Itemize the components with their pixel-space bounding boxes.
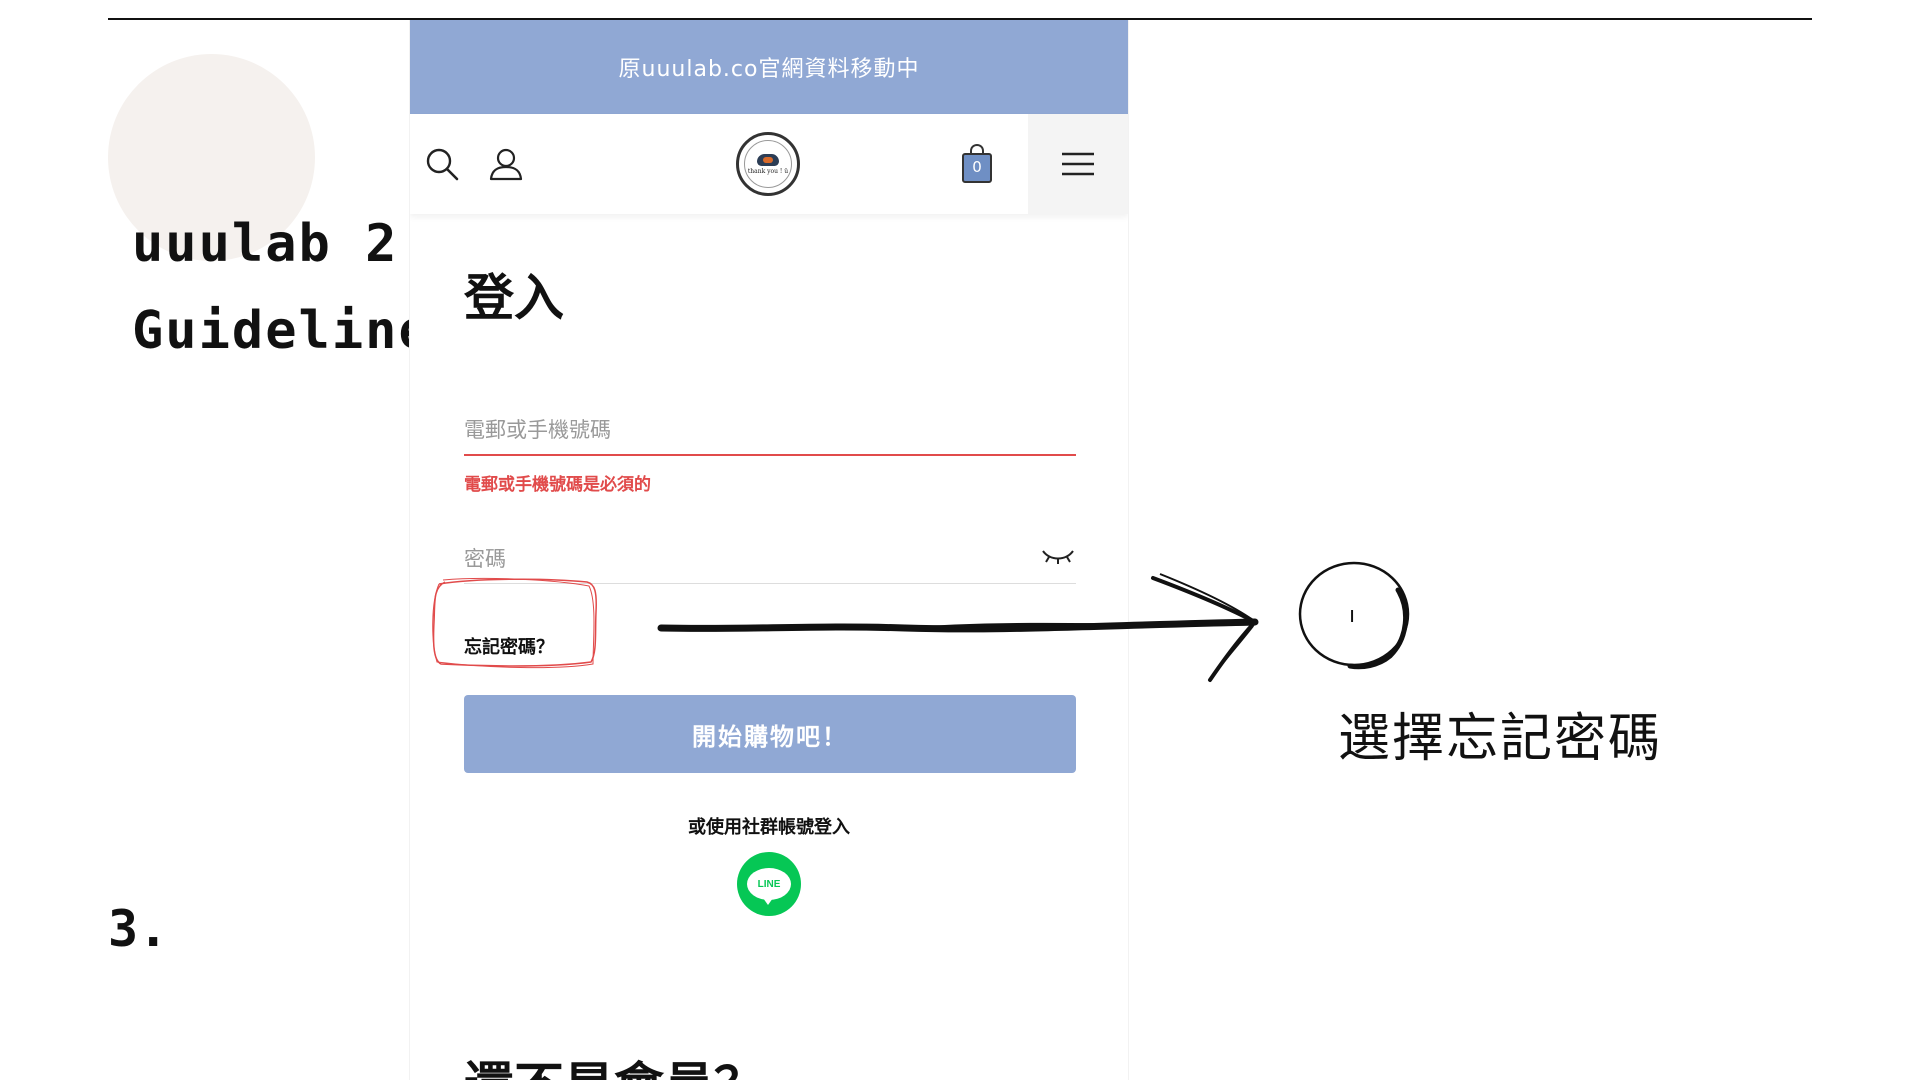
step-number: 3. <box>108 900 169 958</box>
toggle-password-visibility-button[interactable] <box>1040 544 1076 568</box>
hamburger-menu-icon <box>1062 152 1094 176</box>
site-logo[interactable]: thank you ! ü <box>736 132 800 196</box>
submit-login-button[interactable]: 開始購物吧！ <box>464 695 1076 773</box>
login-title: 登入 <box>464 269 564 327</box>
search-icon <box>426 148 459 181</box>
email-field[interactable] <box>464 406 1076 456</box>
password-field[interactable] <box>464 534 1076 584</box>
signup-title: 還不是會員？ <box>464 1046 764 1080</box>
search-button[interactable] <box>422 142 462 186</box>
logo-badge: thank you ! ü <box>744 140 792 188</box>
logo-text: thank you ! ü <box>747 167 789 175</box>
line-icon-label: LINE <box>757 878 781 890</box>
line-login-button[interactable]: LINE <box>737 852 801 916</box>
password-field-group <box>464 534 1076 584</box>
step-circle-mark: ı <box>1349 603 1355 628</box>
step-instruction-text: 選擇忘記密碼 <box>1338 709 1663 769</box>
forgot-password-link[interactable]: 忘記密碼？ <box>464 633 554 659</box>
social-login-label: 或使用社群帳號登入 <box>688 817 850 838</box>
email-error-message: 電郵或手機號碼是必須的 <box>464 475 651 495</box>
eye-closed-icon <box>1042 550 1074 564</box>
account-button[interactable] <box>486 142 526 186</box>
line-icon: LINE <box>747 868 791 905</box>
cart-button[interactable]: 0 <box>960 142 994 186</box>
site-header: thank you ! ü 0 <box>410 114 1128 214</box>
email-field-group <box>464 406 1076 456</box>
phone-screen: 原uuulab.co官網資料移動中 thank you ! ü 0 登入 電郵或… <box>410 20 1128 1080</box>
step-circle-badge: ı <box>1298 561 1410 670</box>
logo-mascot-icon <box>757 153 779 166</box>
menu-button[interactable] <box>1028 114 1128 214</box>
user-icon <box>489 148 523 181</box>
cart-count: 0 <box>972 158 982 176</box>
announcement-bar[interactable]: 原uuulab.co官網資料移動中 <box>410 20 1128 114</box>
